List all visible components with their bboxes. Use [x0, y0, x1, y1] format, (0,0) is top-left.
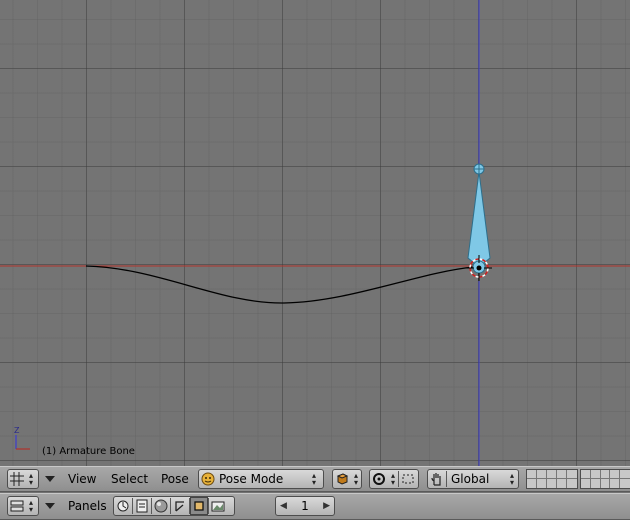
scene-context-icon[interactable]: [209, 497, 227, 515]
svg-text:Z: Z: [14, 426, 20, 435]
orientation-label: Global: [451, 472, 490, 486]
axis-orientation-widget: Z: [14, 426, 30, 450]
buttons-window-header: ▴ ▾ Panels ◀ 1 ▶: [0, 493, 630, 520]
mode-selector[interactable]: Pose Mode ▴ ▾: [198, 469, 324, 489]
layer-buttons-group-2[interactable]: [580, 469, 630, 489]
buttons-window-icon: [8, 497, 26, 515]
updown-arrows-icon: ▴ ▾: [311, 471, 316, 487]
script-context-icon[interactable]: [133, 497, 151, 515]
editor-type-selector-buttons[interactable]: ▴ ▾: [7, 496, 39, 516]
active-object-status: (1) Armature Bone: [42, 446, 135, 457]
frame-number-value: 1: [301, 499, 309, 513]
increment-arrow-icon[interactable]: ▶: [323, 501, 330, 511]
viewport-shading-selector[interactable]: ▴ ▾: [332, 469, 362, 489]
updown-arrows-icon: ▴ ▾: [353, 471, 358, 487]
pivot-point-selector[interactable]: ▴ ▾: [369, 469, 419, 489]
pivot-point-icon: [370, 470, 388, 488]
transform-orientation-selector[interactable]: Global ▴ ▾: [427, 469, 519, 489]
menu-collapse-triangle-icon[interactable]: [45, 503, 55, 509]
3d-viewport[interactable]: Z (1) Armature Bone: [0, 0, 630, 466]
mode-label: Pose Mode: [219, 472, 284, 486]
scene-canvas[interactable]: [0, 0, 630, 466]
solid-shading-icon: [333, 470, 351, 488]
decrement-arrow-icon[interactable]: ◀: [280, 501, 287, 511]
editor-type-selector[interactable]: ▴ ▾: [7, 469, 39, 489]
view-menu[interactable]: View: [68, 472, 96, 486]
object-context-icon[interactable]: [171, 497, 189, 515]
updown-arrows-icon: ▴ ▾: [509, 471, 514, 487]
3d-view-header: ▴ ▾ View Select Pose Pose Mode ▴ ▾ ▴ ▾ ▴…: [0, 466, 630, 492]
updown-arrows-icon: ▴ ▾: [28, 471, 33, 487]
select-menu[interactable]: Select: [111, 472, 148, 486]
curve-object: [85, 265, 475, 304]
logic-context-icon[interactable]: [114, 497, 132, 515]
pivot-limit-icon[interactable]: [399, 470, 417, 488]
editing-context-icon[interactable]: [190, 497, 208, 515]
updown-arrows-icon: ▴ ▾: [28, 498, 33, 514]
updown-arrows-icon: ▴ ▾: [390, 471, 395, 487]
menu-collapse-triangle-icon[interactable]: [45, 476, 55, 482]
shading-context-icon[interactable]: [152, 497, 170, 515]
pose-menu[interactable]: Pose: [161, 472, 189, 486]
3d-view-grid-icon: [8, 470, 26, 488]
context-buttons-row[interactable]: [113, 496, 235, 516]
pose-mode-icon: [199, 470, 217, 488]
frame-number-field[interactable]: ◀ 1 ▶: [275, 496, 335, 516]
hand-manipulator-icon[interactable]: [428, 470, 446, 488]
layer-buttons-group-1[interactable]: [526, 469, 578, 489]
panels-menu[interactable]: Panels: [68, 499, 107, 513]
